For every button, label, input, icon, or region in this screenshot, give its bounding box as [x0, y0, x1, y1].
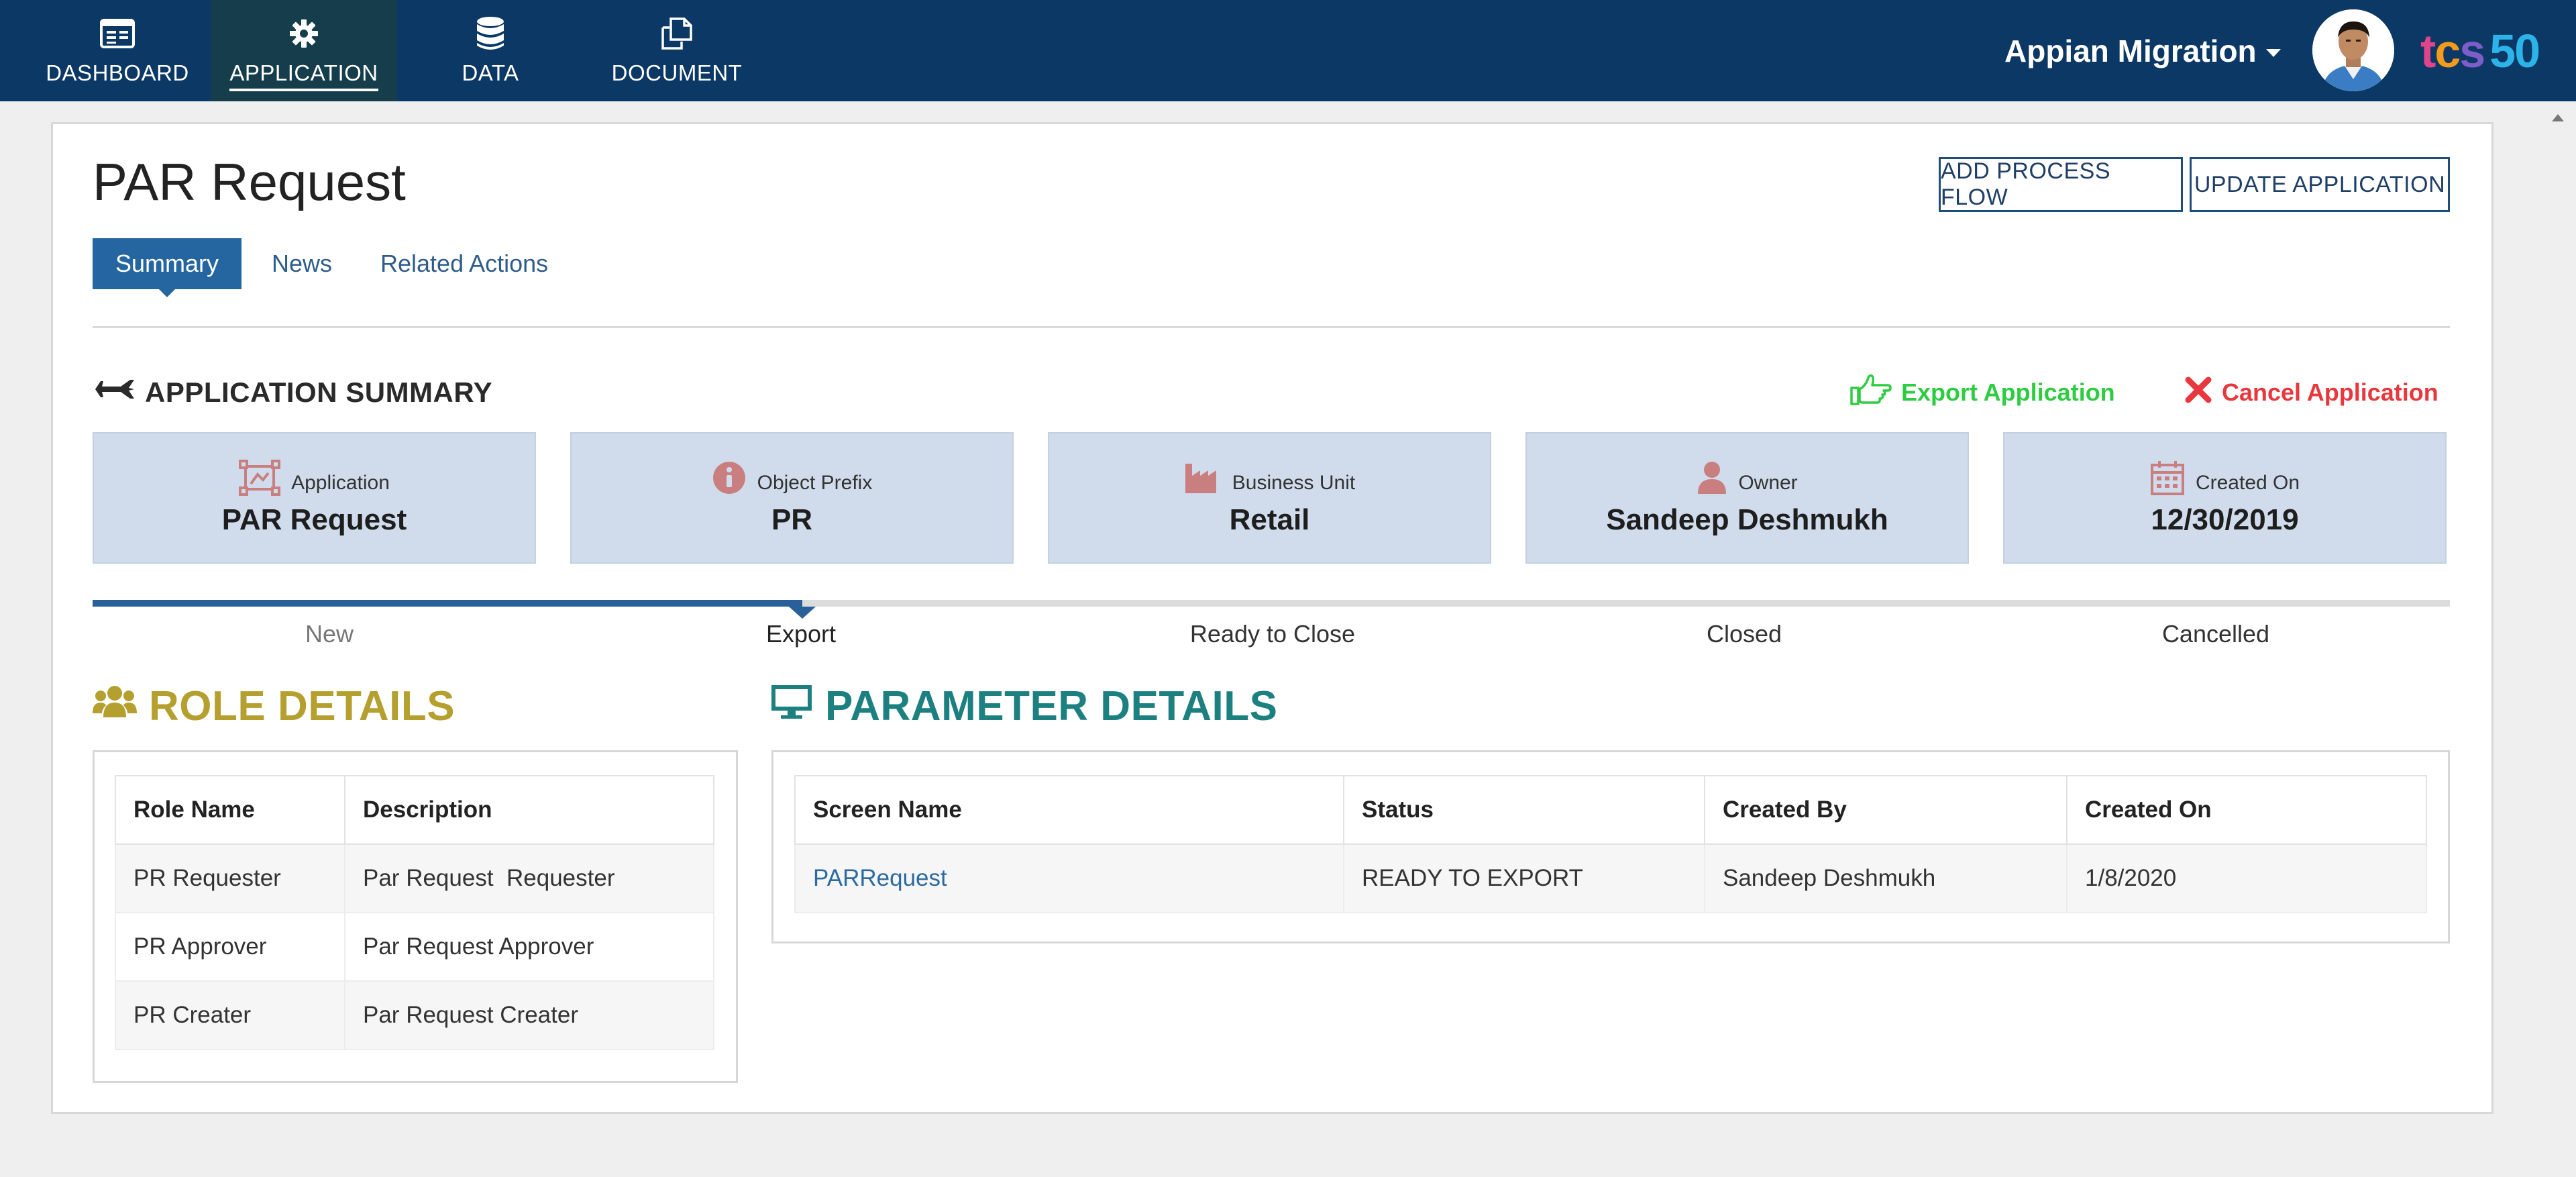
- screen-name-link[interactable]: PARRequest: [794, 843, 1344, 913]
- table-row: PARRequest READY TO EXPORT Sandeep Deshm…: [794, 843, 2427, 913]
- nav-dashboard[interactable]: DASHBOARD: [24, 0, 211, 101]
- monitor-icon: [770, 682, 813, 730]
- header-divider: [93, 326, 2450, 328]
- app-switcher-label: Appian Migration: [2004, 34, 2257, 68]
- cancel-application-link[interactable]: Cancel Application: [2184, 372, 2438, 413]
- nav-application[interactable]: APPLICATION: [211, 0, 397, 101]
- nav-document-label: DOCUMENT: [611, 60, 743, 85]
- step-closed: Closed: [1706, 620, 1782, 648]
- created-on-cell: 1/8/2020: [2066, 843, 2427, 913]
- table-row: PR Requester Par Request Requester: [115, 843, 714, 913]
- column-header-description: Description: [344, 775, 714, 845]
- tcs50-logo: t c s 50: [2420, 25, 2540, 77]
- info-box-application-label: Application: [291, 472, 390, 494]
- nav-data-label: DATA: [462, 60, 519, 85]
- column-header-created-by: Created By: [1704, 775, 2068, 845]
- application-summary-heading: APPLICATION SUMMARY: [94, 376, 492, 409]
- application-frame-icon: [239, 459, 281, 499]
- chevron-down-icon: [2265, 49, 2281, 57]
- tab-news-label: News: [272, 250, 333, 277]
- progress-fill: [93, 600, 802, 607]
- role-description-cell: Par Request Requester: [344, 843, 714, 913]
- role-name-cell: PR Creater: [115, 980, 345, 1050]
- scroll-up-arrow-icon[interactable]: [2552, 114, 2564, 121]
- factory-icon: [1184, 461, 1222, 498]
- info-box-business-unit-label: Business Unit: [1232, 472, 1356, 494]
- role-description-cell: Par Request Approver: [344, 912, 714, 982]
- info-box-business-unit: Business Unit Retail: [1048, 432, 1491, 564]
- nav-document[interactable]: DOCUMENT: [584, 0, 770, 101]
- step-ready-to-close: Ready to Close: [1189, 620, 1356, 648]
- tab-summary[interactable]: Summary: [93, 238, 242, 297]
- info-box-owner-label: Owner: [1738, 472, 1798, 494]
- add-process-flow-button[interactable]: ADD PROCESS FLOW: [1939, 157, 2183, 212]
- tab-news[interactable]: News: [272, 238, 332, 289]
- info-box-object-prefix: Object Prefix PR: [570, 432, 1014, 564]
- parameter-details-table: Screen Name Status Created By Created On…: [794, 775, 2427, 913]
- info-box-owner: Owner Sandeep Deshmukh: [1525, 432, 1969, 564]
- role-name-cell: PR Requester: [115, 843, 345, 913]
- users-group-icon: [93, 682, 137, 730]
- info-box-created-on-label: Created On: [2195, 472, 2300, 494]
- tab-related-actions-label: Related Actions: [380, 250, 549, 277]
- close-icon: [2184, 376, 2212, 410]
- info-icon: [712, 460, 747, 499]
- calendar-icon: [2150, 460, 2185, 499]
- export-application-link[interactable]: Export Application: [1849, 372, 2115, 413]
- info-box-created-on-value: 12/30/2019: [2151, 503, 2299, 536]
- parameter-details-heading: PARAMETER DETAILS: [770, 679, 1277, 733]
- role-details-heading: ROLE DETAILS: [93, 679, 455, 733]
- info-box-object-prefix-value: PR: [771, 503, 813, 536]
- column-header-status: Status: [1343, 775, 1705, 845]
- role-details-heading-text: ROLE DETAILS: [149, 682, 455, 729]
- table-header-row: Screen Name Status Created By Created On: [794, 775, 2427, 845]
- tab-active-pointer: [159, 289, 176, 297]
- dashboard-icon: [99, 16, 136, 51]
- info-box-created-on: Created On 12/30/2019: [2003, 432, 2447, 564]
- user-icon: [1697, 460, 1727, 499]
- step-new: New: [305, 620, 354, 648]
- gear-icon: [285, 16, 323, 51]
- role-details-table: Role Name Description PR Requester Par R…: [115, 775, 714, 1050]
- database-icon: [472, 16, 509, 51]
- table-header-row: Role Name Description: [115, 775, 714, 845]
- info-box-business-unit-value: Retail: [1229, 503, 1310, 536]
- progress-current-marker: [789, 607, 816, 619]
- update-application-button[interactable]: UPDATE APPLICATION: [2190, 157, 2450, 212]
- tab-summary-label: Summary: [115, 250, 219, 277]
- table-row: PR Approver Par Request Approver: [115, 912, 714, 982]
- step-cancelled: Cancelled: [2161, 620, 2270, 648]
- jet-plane-icon: [94, 376, 136, 409]
- application-summary-heading-text: APPLICATION SUMMARY: [145, 376, 493, 408]
- column-header-role-name: Role Name: [115, 775, 345, 845]
- user-avatar[interactable]: [2312, 9, 2394, 91]
- role-description-cell: Par Request Creater: [344, 980, 714, 1050]
- column-header-created-on: Created On: [2066, 775, 2427, 845]
- export-application-label: Export Application: [1901, 378, 2115, 406]
- cancel-application-label: Cancel Application: [2222, 378, 2438, 406]
- info-box-application-value: PAR Request: [221, 503, 407, 536]
- app-switcher-dropdown[interactable]: Appian Migration: [2004, 31, 2281, 71]
- document-icon: [658, 16, 696, 51]
- status-cell: READY TO EXPORT: [1343, 843, 1705, 913]
- page-title: PAR Request: [93, 152, 406, 211]
- hand-pointing-icon: [1849, 373, 1892, 413]
- top-navigation-bar: DASHBOARD APPLICATION DATA DOCUMENT Appi…: [0, 0, 2576, 101]
- nav-dashboard-label: DASHBOARD: [46, 60, 189, 85]
- step-export: Export: [765, 620, 837, 648]
- nav-data[interactable]: DATA: [397, 0, 584, 101]
- created-by-cell: Sandeep Deshmukh: [1704, 843, 2068, 913]
- nav-application-label: APPLICATION: [229, 60, 378, 91]
- parameter-details-heading-text: PARAMETER DETAILS: [825, 682, 1278, 729]
- table-row: PR Creater Par Request Creater: [115, 980, 714, 1050]
- info-box-object-prefix-label: Object Prefix: [757, 472, 873, 494]
- column-header-screen-name: Screen Name: [794, 775, 1344, 845]
- info-box-owner-value: Sandeep Deshmukh: [1606, 503, 1888, 536]
- info-box-application: Application PAR Request: [93, 432, 536, 564]
- role-name-cell: PR Approver: [115, 912, 345, 982]
- tab-related-actions[interactable]: Related Actions: [380, 238, 548, 289]
